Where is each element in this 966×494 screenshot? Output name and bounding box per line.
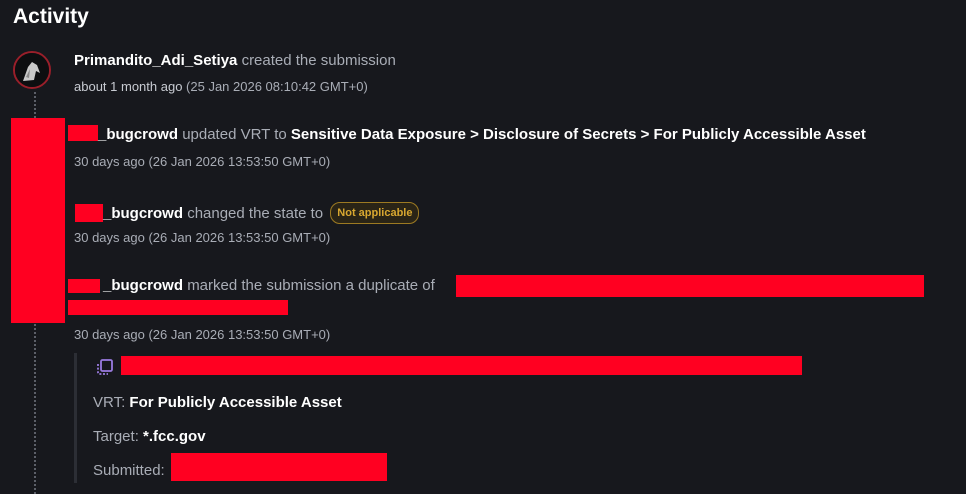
relative-time: 30 days ago [74,230,145,245]
event-time: 30 days ago (26 Jan 2026 13:53:50 GMT+0) [74,230,330,245]
relative-time: 30 days ago [74,154,145,169]
event-action: changed the state to [187,205,324,222]
redacted-duplicate-link [456,275,924,297]
status-badge: Not applicable [330,202,420,224]
timestamp: (26 Jan 2026 13:53:50 GMT+0) [148,154,331,169]
event-time: about 1 month ago (25 Jan 2026 08:10:42 … [74,79,368,94]
event-action: updated VRT to [182,126,287,143]
relative-time: about 1 month ago [74,79,183,94]
duplicate-vrt: VRT: For Publicly Accessible Asset [93,394,342,411]
event-action: marked the submission a duplicate of [187,277,435,294]
quote-bar [74,353,77,483]
submitted-label: Submitted: [93,462,165,479]
event-user[interactable]: _bugcrowd [98,126,178,143]
activity-title: Activity [13,5,89,28]
event-time: 30 days ago (26 Jan 2026 13:53:50 GMT+0) [74,154,330,169]
redacted-duplicate-link-cont [68,300,288,315]
target-label: Target: [93,428,139,445]
event-state-changed: _bugcrowd changed the state to Not appli… [103,202,420,224]
redacted-avatar-block [11,118,65,323]
event-vrt-updated: _bugcrowd updated VRT to Sensitive Data … [98,126,866,143]
vrt-label: VRT: [93,394,126,411]
event-duplicate: _bugcrowd marked the submission a duplic… [103,277,435,294]
vrt-value: Sensitive Data Exposure > Disclosure of … [290,126,866,143]
timestamp: (25 Jan 2026 08:10:42 GMT+0) [186,79,368,94]
avatar[interactable] [13,51,51,89]
redacted-duplicate-title [121,356,802,375]
redacted-username [68,125,98,141]
redacted-submitted-value [171,453,387,481]
vrt-value: For Publicly Accessible Asset [129,394,342,411]
event-created: Primandito_Adi_Setiya created the submis… [74,52,396,69]
event-user[interactable]: _bugcrowd [103,205,183,222]
duplicate-icon [97,359,113,375]
event-time: 30 days ago (26 Jan 2026 13:53:50 GMT+0) [74,327,330,342]
redacted-username [75,204,103,222]
relative-time: 30 days ago [74,327,145,342]
event-user[interactable]: Primandito_Adi_Setiya [74,52,237,69]
duplicate-target: Target: *.fcc.gov [93,428,206,445]
redacted-username [68,279,100,293]
target-value: *.fcc.gov [143,428,206,445]
event-action: created the submission [241,52,396,69]
timestamp: (26 Jan 2026 13:53:50 GMT+0) [148,327,331,342]
event-user[interactable]: _bugcrowd [103,277,183,294]
avatar-image [15,53,49,87]
timestamp: (26 Jan 2026 13:53:50 GMT+0) [148,230,331,245]
duplicate-submitted: Submitted: [93,462,165,479]
